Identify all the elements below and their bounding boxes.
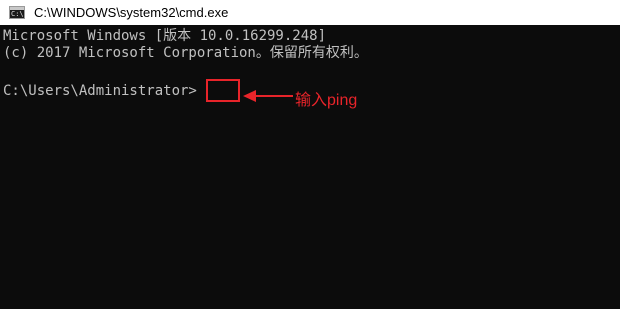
console-prompt[interactable]: C:\Users\Administrator>	[3, 83, 197, 100]
annotation-highlight-box	[206, 79, 240, 102]
annotation-arrow-icon	[243, 90, 293, 102]
window-title: C:\WINDOWS\system32\cmd.exe	[34, 5, 229, 20]
annotation-label: 输入ping	[295, 92, 358, 109]
cmd-icon: C:\	[9, 6, 25, 19]
title-bar[interactable]: C:\ C:\WINDOWS\system32\cmd.exe	[0, 0, 620, 25]
console-line-version: Microsoft Windows [版本 10.0.16299.248]	[3, 28, 327, 44]
cmd-window: C:\ C:\WINDOWS\system32\cmd.exe Microsof…	[0, 0, 620, 309]
console-line-copyright: (c) 2017 Microsoft Corporation。保留所有权利。	[3, 45, 368, 61]
console-area[interactable]: Microsoft Windows [版本 10.0.16299.248] (c…	[0, 25, 620, 309]
